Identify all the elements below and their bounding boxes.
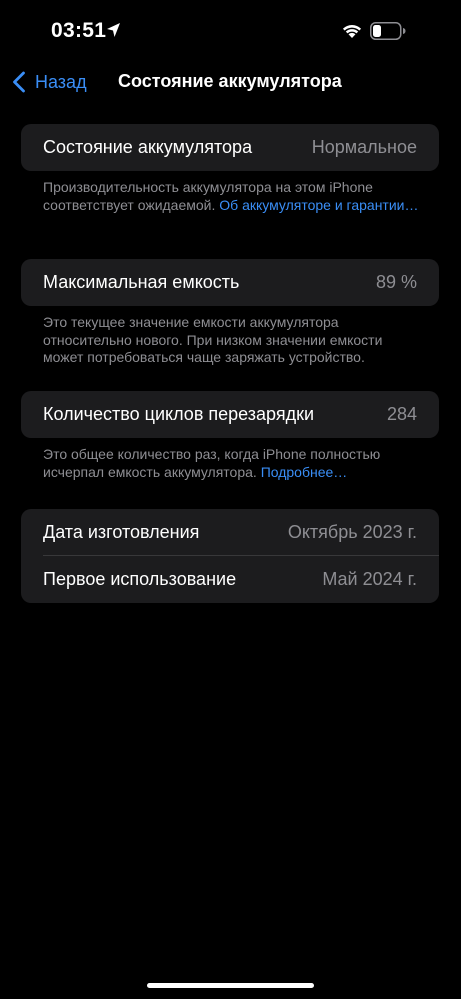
battery-health-group: Состояние аккумулятора Нормальное: [21, 124, 439, 171]
location-arrow-icon: [107, 23, 120, 37]
chevron-left-icon: [13, 71, 25, 93]
max-capacity-label: Максимальная емкость: [43, 272, 240, 292]
learn-more-link[interactable]: Подробнее…: [261, 464, 348, 480]
status-time: 03:51: [51, 19, 107, 42]
manufacture-date-label: Дата изготовления: [43, 522, 200, 542]
manufacture-date-row: Дата изготовления Октябрь 2023 г.: [21, 509, 439, 556]
about-battery-warranty-link[interactable]: Об аккумуляторе и гарантии…: [219, 197, 418, 213]
cycle-count-row: Количество циклов перезарядки 284: [21, 391, 439, 438]
first-use-label: Первое использование: [43, 569, 237, 589]
home-indicator[interactable]: [147, 983, 314, 988]
first-use-row: Первое использование Май 2024 г.: [21, 556, 439, 603]
battery-health-label: Состояние аккумулятора: [43, 137, 253, 157]
battery-health-row: Состояние аккумулятора Нормальное: [21, 124, 439, 171]
max-capacity-footer-text: Это текущее значение емкости аккумулятор…: [43, 314, 383, 365]
cycle-count-footer: Это общее количество раз, когда iPhone п…: [43, 446, 423, 481]
max-capacity-value: 89 %: [375, 272, 417, 292]
cycle-count-group: Количество циклов перезарядки 284: [21, 391, 439, 438]
manufacture-date-value: Октябрь 2023 г.: [287, 522, 417, 542]
max-capacity-row: Максимальная емкость 89 %: [21, 259, 439, 306]
max-capacity-group: Максимальная емкость 89 %: [21, 259, 439, 306]
nav-bar: Назад Состояние аккумулятора: [0, 62, 461, 102]
back-button[interactable]: Назад: [12, 68, 87, 96]
cycle-count-value: 284: [386, 404, 417, 424]
cycle-count-label: Количество циклов перезарядки: [43, 404, 315, 424]
battery-low-icon: [370, 22, 406, 40]
first-use-value: Май 2024 г.: [322, 569, 417, 589]
page-title: Состояние аккумулятора: [118, 71, 342, 91]
battery-health-footer: Производительность аккумулятора на этом …: [43, 179, 423, 214]
dates-group: Дата изготовления Октябрь 2023 г. Первое…: [21, 509, 439, 603]
back-label: Назад: [35, 71, 87, 92]
status-bar: 03:51: [0, 0, 461, 62]
battery-health-value: Нормальное: [311, 137, 417, 157]
max-capacity-footer: Это текущее значение емкости аккумулятор…: [43, 314, 423, 367]
wifi-icon: [342, 25, 362, 38]
